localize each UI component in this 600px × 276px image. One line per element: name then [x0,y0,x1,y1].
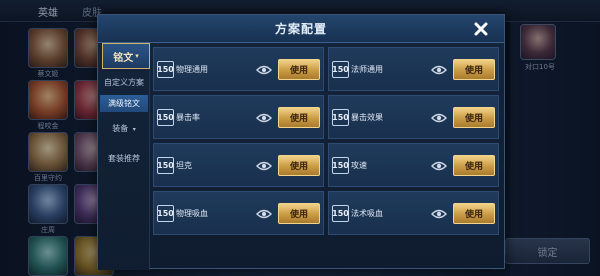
eye-icon[interactable] [256,158,272,174]
sidebar-item-equipment-label: 装备 [112,124,129,133]
use-button[interactable]: 使用 [278,107,320,128]
level-badge: 150 [157,205,174,222]
modal-header: 方案配置 [98,15,504,43]
eye-icon[interactable] [431,110,447,126]
preset-card: 150 物理通用 使用 [153,47,324,91]
level-badge: 150 [332,109,349,126]
preset-card: 150 物理吸血 使用 [153,191,324,235]
use-button[interactable]: 使用 [453,155,495,176]
sidebar-item-custom-preset[interactable]: 自定义方案 [98,77,150,88]
tab-inscription-label: 铭文 [113,52,134,64]
use-button[interactable]: 使用 [278,155,320,176]
eye-icon[interactable] [431,158,447,174]
sidebar-item-equipment[interactable]: 装备 ▾ [98,123,150,134]
preset-name: 法师通用 [351,65,383,74]
use-button[interactable]: 使用 [453,203,495,224]
sidebar-item-max-level-inscription[interactable]: 满级铭文 [100,95,148,112]
use-button[interactable]: 使用 [278,203,320,224]
use-button[interactable]: 使用 [453,59,495,80]
use-button[interactable]: 使用 [453,107,495,128]
modal-sidebar: 铭文 ▾ 自定义方案 满级铭文 装备 ▾ 套装推荐 [98,43,150,270]
chevron-down-icon: ▾ [135,52,139,60]
level-badge: 150 [157,109,174,126]
preset-config-modal: 方案配置 铭文 ▾ 自定义方案 满级铭文 装备 ▾ 套装推荐 150 物理通用 … [97,14,505,270]
sidebar-item-set-recommend[interactable]: 套装推荐 [98,153,150,164]
level-badge: 150 [332,61,349,78]
preset-card: 150 暴击效果 使用 [328,95,499,139]
eye-icon[interactable] [431,62,447,78]
preset-name: 物理通用 [176,65,208,74]
eye-icon[interactable] [431,206,447,222]
eye-icon[interactable] [256,62,272,78]
level-badge: 150 [332,157,349,174]
preset-name: 物理吸血 [176,209,208,218]
preset-name: 法术吸血 [351,209,383,218]
eye-icon[interactable] [256,110,272,126]
preset-card: 150 暴击率 使用 [153,95,324,139]
preset-card: 150 攻速 使用 [328,143,499,187]
close-icon[interactable] [470,18,492,40]
modal-title: 方案配置 [274,22,327,36]
preset-card: 150 法师通用 使用 [328,47,499,91]
level-badge: 150 [157,61,174,78]
eye-icon[interactable] [256,206,272,222]
tab-inscription[interactable]: 铭文 ▾ [102,43,150,69]
preset-name: 暴击效果 [351,113,383,122]
preset-name: 攻速 [351,161,367,170]
preset-card: 150 坦克 使用 [153,143,324,187]
preset-card: 150 法术吸血 使用 [328,191,499,235]
chevron-down-icon: ▾ [132,126,136,133]
level-badge: 150 [332,205,349,222]
level-badge: 150 [157,157,174,174]
use-button[interactable]: 使用 [278,59,320,80]
preset-name: 暴击率 [176,113,200,122]
preset-name: 坦克 [176,161,192,170]
